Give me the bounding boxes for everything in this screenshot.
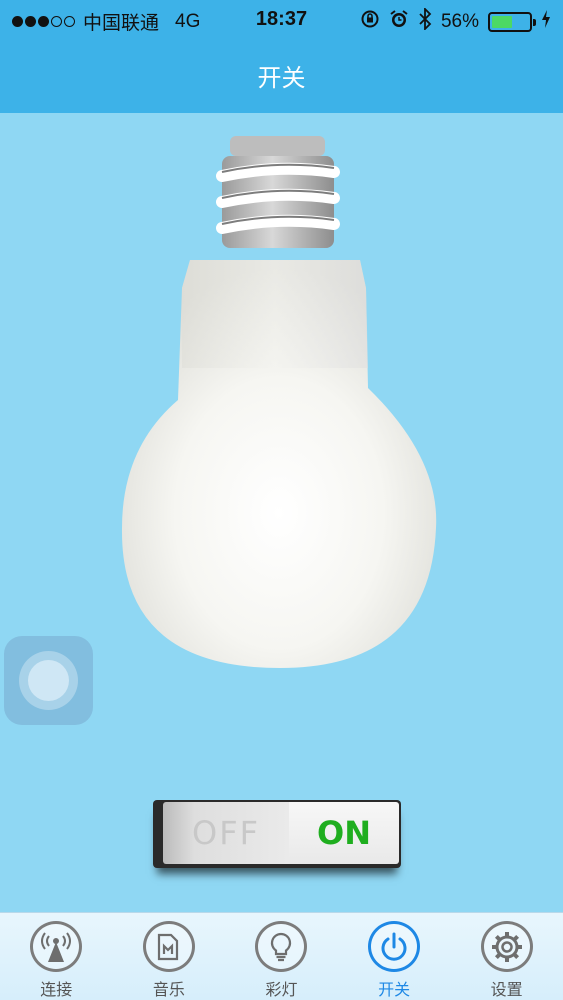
- tab-label: 开关: [378, 980, 411, 999]
- tab-switch[interactable]: 开关: [338, 913, 451, 1000]
- power-toggle-switch[interactable]: OFF ON: [153, 800, 401, 868]
- tab-label: 连接: [40, 980, 73, 999]
- assistive-touch-button[interactable]: [4, 636, 93, 725]
- tab-connect[interactable]: 连接: [0, 913, 113, 1000]
- tab-settings[interactable]: 设置: [450, 913, 563, 1000]
- status-right: 56%: [360, 6, 551, 35]
- rotation-lock-icon: [360, 9, 380, 34]
- power-icon: [368, 921, 421, 972]
- tab-label: 设置: [490, 980, 523, 999]
- status-bar: 中国联通 4G 18:37 56%: [0, 0, 563, 40]
- switch-off-label[interactable]: OFF: [163, 802, 289, 864]
- charging-icon: [541, 10, 551, 33]
- tab-color-light[interactable]: 彩灯: [225, 913, 338, 1000]
- tab-label: 音乐: [152, 980, 185, 999]
- battery-percent: 56%: [440, 10, 479, 32]
- tab-label: 彩灯: [265, 980, 298, 999]
- music-icon: [142, 921, 195, 972]
- top-bar: 中国联通 4G 18:37 56% 开关: [0, 0, 563, 113]
- switch-on-label[interactable]: ON: [289, 802, 399, 864]
- tab-music[interactable]: 音乐: [113, 913, 226, 1000]
- antenna-icon: [30, 921, 83, 972]
- light-bulb-image[interactable]: [110, 128, 450, 673]
- battery-icon: [488, 11, 536, 32]
- bulb-icon: [255, 921, 308, 972]
- alarm-icon: [389, 9, 409, 34]
- gear-icon: [480, 921, 533, 972]
- page-title: 开关: [257, 64, 306, 92]
- tab-bar: 连接 音乐 彩灯 开关 设置: [0, 912, 563, 1000]
- bluetooth-icon: [418, 6, 432, 35]
